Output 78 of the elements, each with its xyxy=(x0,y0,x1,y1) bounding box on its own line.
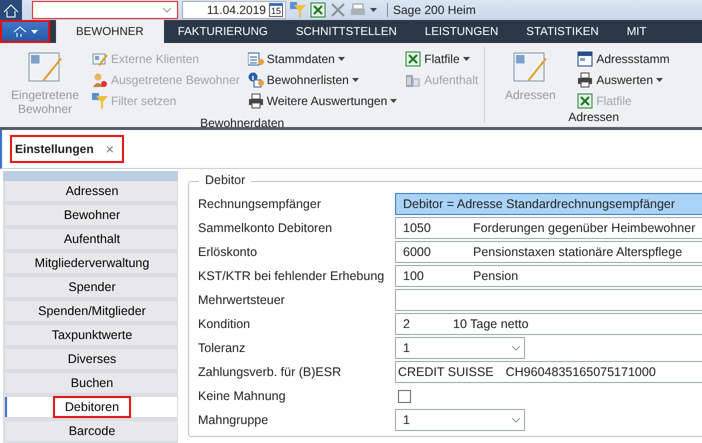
account-field[interactable]: 2 10 Tage netto xyxy=(395,313,702,335)
dropdown-field[interactable]: 1 xyxy=(395,337,525,359)
nav-item[interactable]: Debitoren xyxy=(5,397,177,417)
account-field[interactable]: 1050 Forderungen gegenüber Heimbewohner xyxy=(395,217,702,239)
tab-label: Einstellungen xyxy=(15,142,94,156)
ribbon-group-title: Adressen xyxy=(567,110,620,123)
chevron-down-icon xyxy=(163,8,171,12)
card-pencil-icon xyxy=(92,51,108,67)
calendar-button[interactable]: 15 xyxy=(268,3,283,17)
nav-item[interactable]: Spender xyxy=(5,277,177,297)
nav-item[interactable]: Taxpunktwerte xyxy=(5,325,177,345)
printer-icon xyxy=(577,72,594,88)
field-label: Erlöskonto xyxy=(198,245,258,259)
ribbon-button[interactable]: Adressstamm xyxy=(577,50,670,68)
bank-field[interactable]: CREDIT SUISSE CH9604835165075171000 xyxy=(395,361,702,383)
nav-item[interactable]: Adressen xyxy=(5,181,177,201)
checkbox[interactable] xyxy=(398,390,411,402)
card-pencil-icon xyxy=(28,50,62,84)
app-title: Sage 200 Heim xyxy=(387,3,476,17)
nav-item[interactable]: Aufenthalt xyxy=(5,229,177,249)
chevron-down-icon xyxy=(512,418,520,422)
nav-item[interactable]: Barcode xyxy=(5,421,177,441)
ribbon-group-title: Bewohnerdaten xyxy=(199,116,286,130)
date-field[interactable]: 11.04.2019 15 xyxy=(182,1,286,19)
text-field[interactable] xyxy=(395,289,702,311)
ribbon-tab[interactable]: FAKTURIERUNG xyxy=(164,20,282,43)
caret-icon xyxy=(370,8,377,12)
printer-icon xyxy=(248,93,264,109)
ribbon-button[interactable]: Bewohnerlisten xyxy=(248,71,398,89)
funnel-icon xyxy=(92,93,108,109)
group-box-title: Debitor xyxy=(199,173,252,187)
dropdown-field[interactable]: 1 xyxy=(395,409,525,431)
info-list-icon xyxy=(248,72,264,88)
field-label: Rechnungsempfänger xyxy=(198,197,322,211)
nav-item[interactable]: Buchen xyxy=(5,373,177,393)
spreadsheet-icon xyxy=(405,51,422,67)
close-icon[interactable]: × xyxy=(106,141,114,157)
card-pencil-icon xyxy=(513,50,548,84)
field-label: Mahngruppe xyxy=(198,413,270,427)
building-icon xyxy=(405,72,422,88)
ribbon-tab[interactable]: LEISTUNGEN xyxy=(410,20,512,43)
house-icon xyxy=(0,0,22,20)
nav-item[interactable]: Spenden/Mitglieder xyxy=(5,301,177,321)
ribbon-button[interactable]: Stammdaten xyxy=(248,50,398,68)
spreadsheet-icon xyxy=(310,2,326,18)
caret-icon xyxy=(30,30,38,34)
nav-item[interactable]: Mitgliederverwaltung xyxy=(5,253,177,273)
field-label: Keine Mahnung xyxy=(198,389,287,403)
date-value: 11.04.2019 xyxy=(206,3,266,17)
ribbon-button[interactable]: Weitere Auswertungen xyxy=(248,92,398,110)
field-label: KST/KTR bei fehlender Erhebung xyxy=(198,269,386,283)
field-label: Zahlungsverb. für (B)ESR xyxy=(198,365,342,379)
select-field[interactable]: Debitor = Adresse Standardrechnungsempfänger xyxy=(395,193,702,215)
house-icon xyxy=(12,26,26,38)
ribbon-tab[interactable]: BEWOHNER xyxy=(56,20,164,43)
ribbon-button[interactable]: Auswerten xyxy=(577,71,670,89)
field-label: Mehrwertsteuer xyxy=(198,293,286,307)
spreadsheet-icon xyxy=(577,93,594,109)
field-label: Sammelkonto Debitoren xyxy=(198,221,334,235)
ribbon-tab[interactable]: SCHNITTSTELLEN xyxy=(282,20,411,43)
person-icon xyxy=(92,72,108,88)
nav-item[interactable]: Bewohner xyxy=(5,205,177,225)
window-icon xyxy=(577,51,594,67)
list-icon xyxy=(248,51,264,67)
funnel-icon xyxy=(290,2,306,18)
ribbon-button[interactable]: Flatfile xyxy=(405,50,478,68)
ribbon-tab[interactable]: STATISTIKEN xyxy=(512,20,613,43)
document-tab[interactable]: Einstellungen × xyxy=(10,135,124,163)
printer-icon[interactable] xyxy=(350,2,366,18)
field-label: Kondition xyxy=(198,317,252,331)
account-field[interactable]: 100 Pension xyxy=(395,265,702,287)
ribbon-tab[interactable]: MIT xyxy=(612,20,661,43)
chevron-down-icon xyxy=(512,346,520,350)
field-label: Toleranz xyxy=(198,341,246,355)
app-menu-button[interactable] xyxy=(0,20,50,43)
account-field[interactable]: 6000 Pensionstaxen stationäre Alterspflege xyxy=(395,241,702,263)
nav-item[interactable]: Diverses xyxy=(5,349,177,369)
combo-field[interactable] xyxy=(32,1,178,19)
